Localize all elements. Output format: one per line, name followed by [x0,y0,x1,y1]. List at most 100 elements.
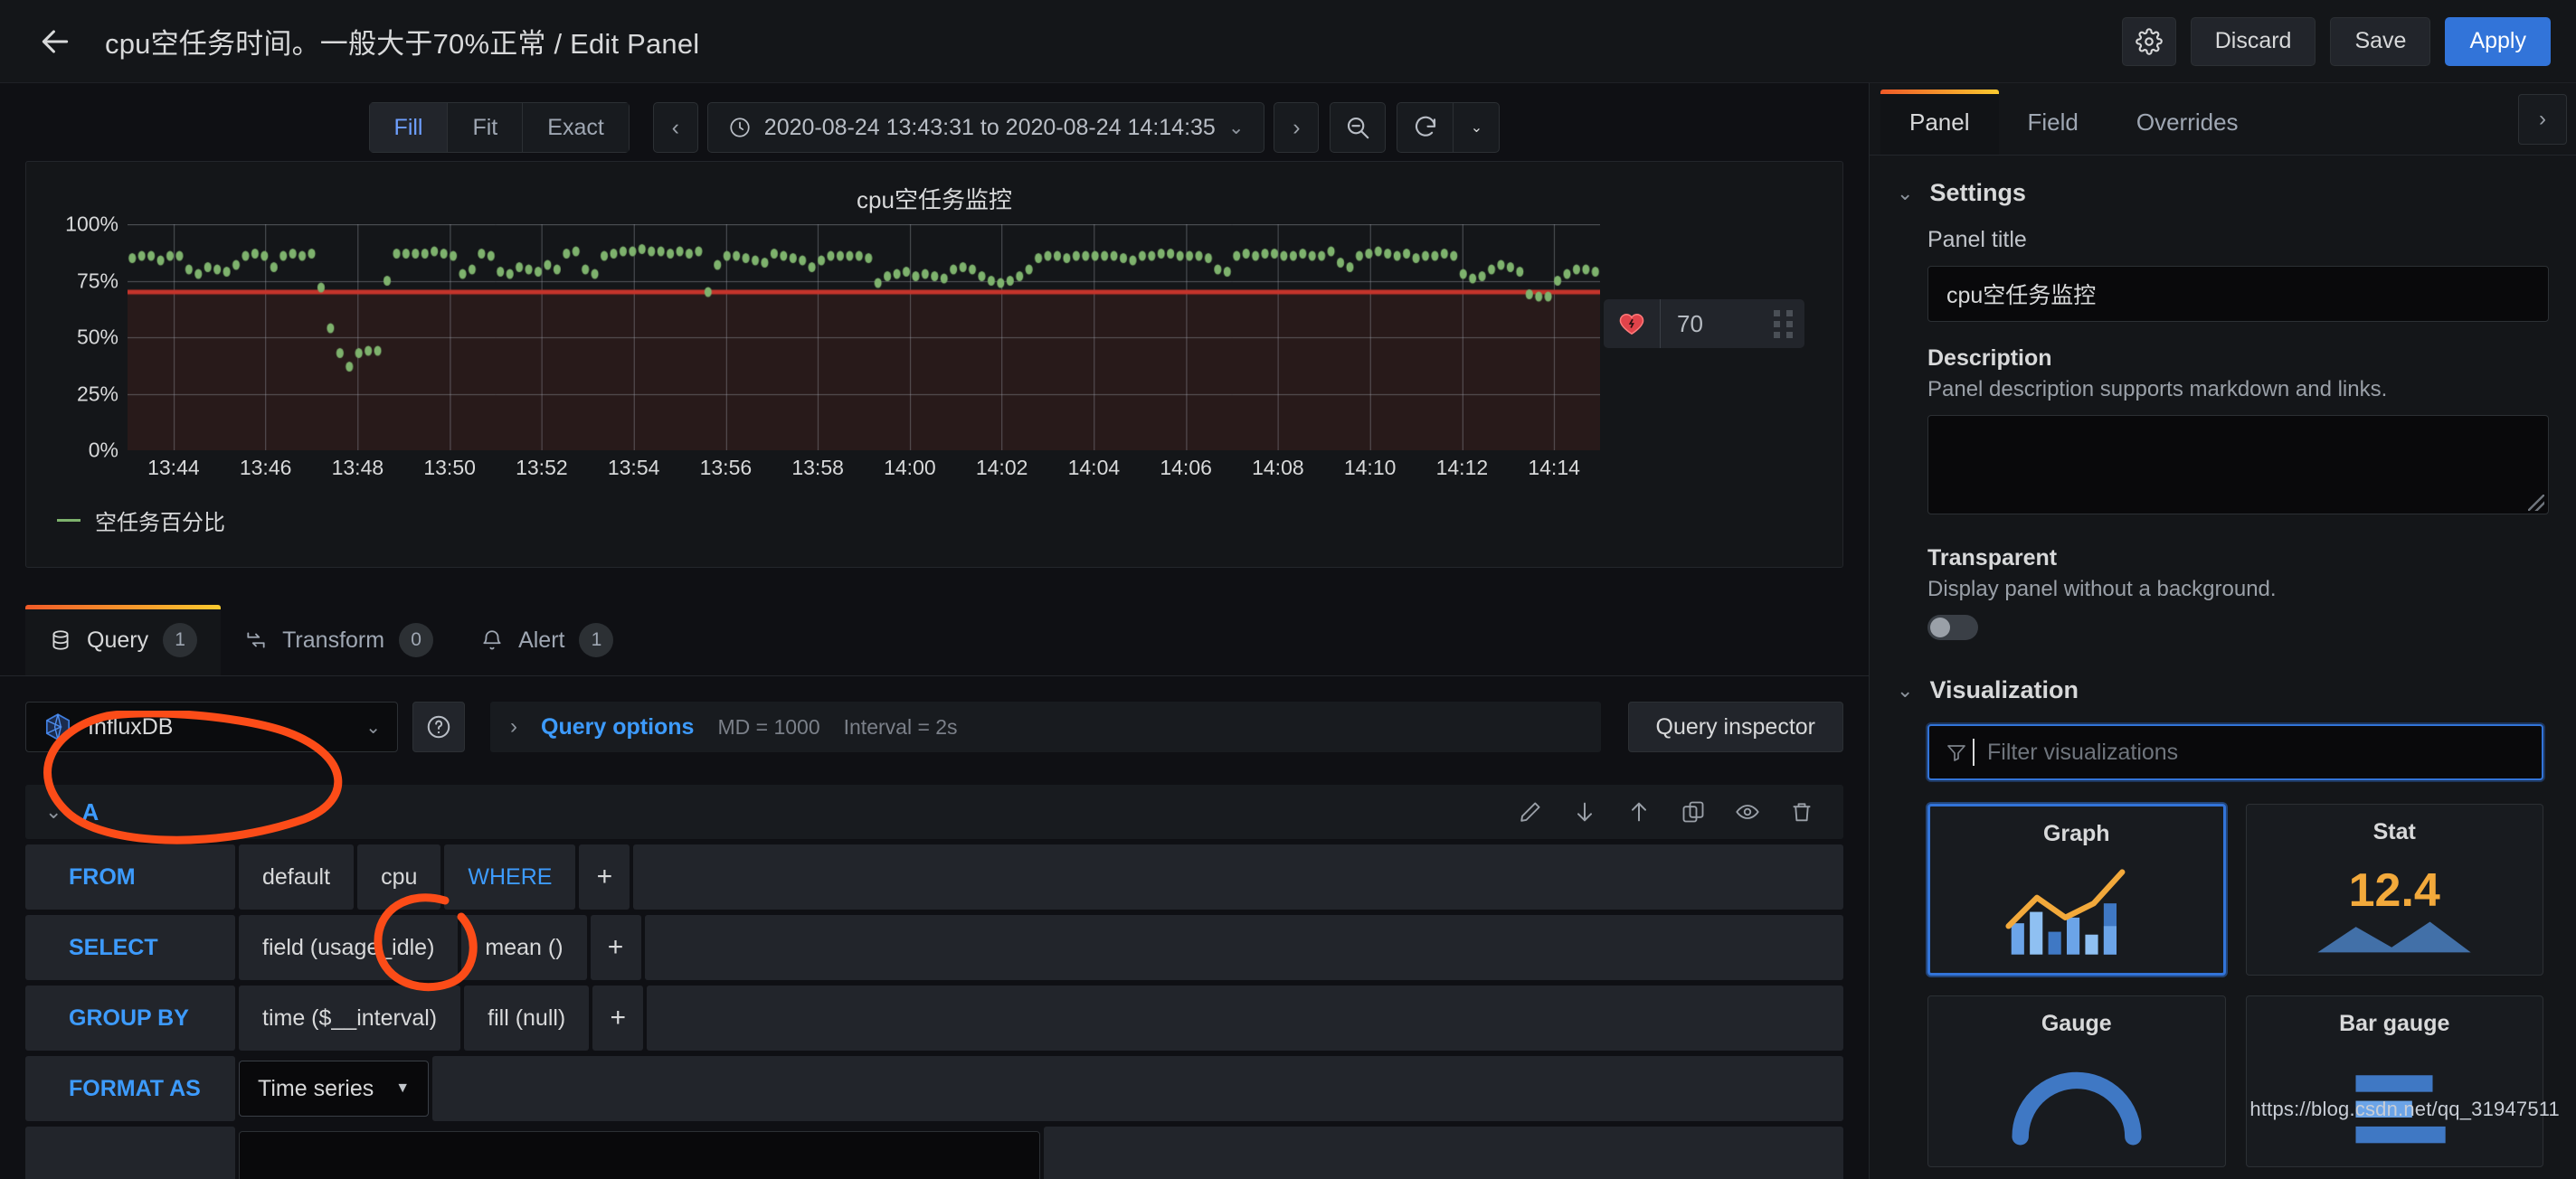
chevron-down-icon: ▼ [395,1080,411,1097]
from-policy-segment[interactable]: default [239,844,355,910]
x-axis-tick: 14:14 [1528,456,1580,479]
threshold-drag-grip[interactable] [1761,309,1804,338]
threshold-value[interactable]: 70 [1660,299,1761,348]
expand-options-pane-button[interactable]: › [2518,94,2567,145]
datasource-help-button[interactable] [412,702,465,753]
settings-section-header[interactable]: ⌄ Settings [1897,179,2549,207]
transparent-toggle[interactable] [1927,615,1978,640]
y-axis-tick: 50% [76,325,118,349]
text-cursor [1973,739,1975,766]
collapse-caret-icon[interactable]: ⌄ [45,800,62,824]
panel-settings-button[interactable] [2121,16,2176,66]
description-textarea[interactable] [1927,415,2549,514]
tab-overrides[interactable]: Overrides [2107,90,2268,155]
tab-transform[interactable]: Transform 0 [221,605,457,675]
trash-icon [1793,803,1811,822]
tab-query-badge: 1 [163,623,198,658]
transparent-label: Transparent [1927,545,2058,571]
from-where-segment[interactable]: WHERE [444,844,576,910]
query-options-label[interactable]: Query options [541,714,694,740]
query-tab-bar: Query 1 Transform 0 Alert 1 [0,604,1869,677]
chevron-down-icon: ⌄ [1227,117,1245,138]
apply-button[interactable]: Apply [2445,16,2551,66]
stat-thumbnail-icon: 12.4 [2247,845,2543,975]
refresh-interval-caret[interactable]: ⌄ [1453,102,1501,153]
save-button[interactable]: Save [2330,16,2431,66]
viz-card-bar-gauge[interactable]: Bar gauge [2245,995,2543,1167]
refresh-button[interactable] [1397,102,1454,153]
groupby-time-segment[interactable]: time ($__interval) [239,986,461,1052]
arrow-left-icon [42,29,69,53]
viz-card-gauge[interactable]: Gauge [1927,995,2226,1167]
discard-button[interactable]: Discard [2190,16,2316,66]
from-measurement-segment[interactable]: cpu [357,844,441,910]
select-field-segment[interactable]: field (usage_idle) [239,915,459,981]
clause-label-from: FROM [25,844,235,910]
groupby-add-button[interactable]: + [592,986,644,1052]
format-as-select[interactable]: Time series ▼ [239,1061,430,1118]
influxdb-logo-icon [45,713,71,741]
select-add-button[interactable]: + [590,915,641,981]
time-range-picker[interactable]: 2020-08-24 13:43:31 to 2020-08-24 14:14:… [706,102,1265,153]
options-pane: Panel Field Overrides › ⌄ Settings Panel… [1869,83,2576,1179]
x-axis-tick: 13:52 [516,456,568,479]
viz-card-stat[interactable]: Stat 12.4 [2245,804,2543,976]
legend: 空任务百分比 [57,505,225,536]
x-axis-tick: 13:48 [331,456,384,479]
toggle-query-visibility-button[interactable] [1735,799,1760,825]
from-add-button[interactable]: + [579,844,630,910]
stat-sample-value: 12.4 [2348,863,2440,917]
tab-alert[interactable]: Alert 1 [457,605,637,675]
plot-area: 0% 25% 50% 75% 100% 13:44 13:46 13:48 13:50 13:5… [26,212,1842,495]
tab-field[interactable]: Field [1999,90,2107,155]
panel-title-input[interactable]: cpu空任务监控 [1927,266,2549,322]
viz-card-graph[interactable]: Graph [1927,804,2226,976]
filter-visualizations-input[interactable]: Filter visualizations [1927,724,2543,780]
datasource-row: InfluxDB ⌄ › Query options MD = 1000 Int… [25,702,1843,753]
query-ref-id: A [81,797,99,825]
clause-label-groupby: GROUP BY [25,986,235,1052]
query-options-bar[interactable]: › Query options MD = 1000 Interval = 2s [490,702,1601,753]
chevron-down-icon: ⌄ [365,717,381,738]
viz-card-gauge-label: Gauge [2041,1011,2112,1036]
tab-query[interactable]: Query 1 [25,605,222,676]
arrow-down-icon [1577,803,1592,822]
formatas-row-tail [432,1056,1843,1122]
query-inspector-button[interactable]: Query inspector [1627,702,1843,753]
legend-series-label: 空任务百分比 [95,511,225,535]
fit-mode-fit[interactable]: Fit [447,102,523,153]
edit-query-button[interactable] [1518,799,1543,825]
threshold-handle[interactable]: 70 [1604,299,1804,348]
query-options-interval: Interval = 2s [843,714,958,739]
clause-label-formatas: FORMAT AS [25,1056,235,1122]
groupby-fill-segment[interactable]: fill (null) [464,986,590,1052]
back-button[interactable] [31,17,80,66]
duplicate-query-button[interactable] [1681,799,1706,825]
visualization-section-header[interactable]: ⌄ Visualization [1897,676,2549,704]
graph-title: cpu空任务监控 [857,186,1012,213]
fit-mode-exact[interactable]: Exact [522,102,630,153]
datasource-picker[interactable]: InfluxDB ⌄ [25,702,398,753]
topbar-actions: Discard Save Apply [2121,16,2551,66]
copy-icon [1682,801,1704,823]
zoom-out-button[interactable] [1330,102,1387,153]
panel-title-value: cpu空任务监控 [1946,283,2097,308]
bell-icon [483,630,501,650]
refresh-icon [1415,116,1435,137]
query-editor: InfluxDB ⌄ › Query options MD = 1000 Int… [0,676,1869,1179]
delete-query-button[interactable] [1789,799,1814,825]
settings-section-title: Settings [1929,179,2026,206]
move-query-up-button[interactable] [1626,799,1652,825]
graph-thumbnail-icon [1930,847,2223,973]
x-axis-tick: 13:50 [423,456,476,479]
move-query-down-button[interactable] [1572,799,1597,825]
resize-grip-icon[interactable] [2528,495,2544,511]
time-prev-button[interactable]: ‹ [652,102,698,153]
fit-mode-fill[interactable]: Fill [368,102,448,153]
select-mean-segment[interactable]: mean () [461,915,587,981]
alias-input[interactable] [239,1131,1040,1179]
query-clause-rows: FROM default cpu WHERE + SELECT field (u… [25,839,1843,1179]
tab-panel[interactable]: Panel [1880,90,1999,155]
time-next-button[interactable]: › [1274,102,1320,153]
